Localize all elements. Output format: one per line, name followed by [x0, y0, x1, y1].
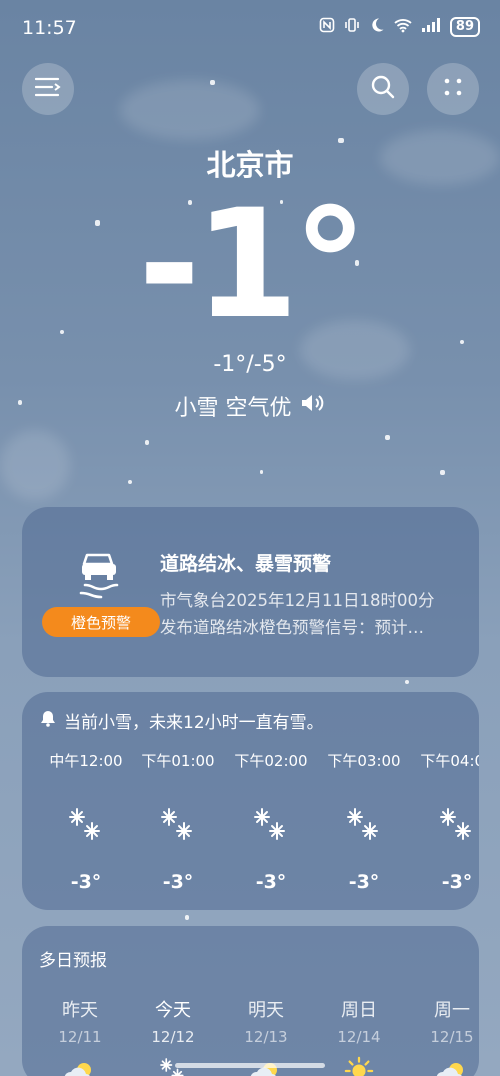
snow-icon [319, 805, 409, 845]
hourly-item: 下午02:00 -3° [226, 750, 316, 893]
snowflake-decoration [440, 470, 445, 475]
hourly-forecast-card[interactable]: 当前小雪，未来12小时一直有雪。 中午12:00 -3° 下午01:00 -3°… [22, 692, 479, 910]
hour-time: 下午04:00 [420, 752, 479, 770]
daily-item[interactable]: 周一 12/15 [412, 996, 479, 1076]
daily-forecast-title: 多日预报 [39, 951, 107, 971]
hour-time: 中午12:00 [49, 752, 123, 770]
snowflake-decoration [128, 480, 132, 484]
nfc-icon [319, 17, 335, 37]
hour-temperature: -3° [441, 871, 473, 893]
daily-forecast-card[interactable]: 多日预报 昨天 12/11 今天 12/12 明天 12/13 周日 12/14… [22, 926, 479, 1076]
status-time: 11:57 [22, 17, 77, 39]
day-date: 12/15 [430, 1028, 474, 1046]
cloud-decoration [120, 80, 260, 140]
menu-icon [34, 77, 61, 101]
day-name: 周一 [434, 1000, 470, 1021]
snow-icon [412, 805, 479, 845]
vibrate-icon [344, 17, 360, 37]
alert-description: 市气象台2025年12月11日18时00分 发布道路结冰橙色预警信号：预计… [160, 587, 465, 641]
hour-temperature: -3° [255, 871, 287, 893]
more-button[interactable] [427, 63, 479, 115]
day-name: 明天 [248, 1000, 284, 1021]
day-name: 周日 [341, 1000, 377, 1021]
home-indicator[interactable] [175, 1063, 325, 1068]
snowflake-decoration [260, 470, 263, 474]
day-date: 12/13 [244, 1028, 288, 1046]
battery-icon: 89 [449, 17, 480, 37]
cloud-decoration [0, 430, 70, 500]
weather-alert-card[interactable]: 橙色预警 道路结冰、暴雪预警 市气象台2025年12月11日18时00分 发布道… [22, 507, 479, 677]
day-date: 12/12 [151, 1028, 195, 1046]
bell-icon [40, 709, 56, 732]
wifi-icon [394, 17, 412, 37]
speaker-icon[interactable] [300, 392, 326, 420]
condition-text: 小雪 空气优 [174, 396, 292, 421]
alert-title: 道路结冰、暴雪预警 [160, 553, 332, 575]
signal-icon [421, 17, 441, 37]
hour-temperature: -3° [70, 871, 102, 893]
weather-condition: 小雪 空气优 [0, 390, 500, 422]
day-date: 12/11 [58, 1028, 102, 1046]
alert-description-line: 发布道路结冰橙色预警信号：预计… [160, 618, 424, 637]
menu-button[interactable] [22, 63, 74, 115]
alert-level-badge: 橙色预警 [42, 607, 160, 637]
day-name: 昨天 [62, 1000, 98, 1021]
search-icon [370, 74, 396, 104]
road-ice-icon [77, 551, 121, 603]
sunny-icon [319, 1056, 399, 1076]
search-button[interactable] [357, 63, 409, 115]
moon-icon [369, 17, 385, 37]
partly-cloudy-icon [412, 1056, 479, 1076]
temperature-range: -1°/-5° [213, 352, 287, 377]
partly-cloudy-icon [40, 1056, 120, 1076]
status-icons: 89 [319, 17, 480, 37]
day-name: 今天 [155, 1000, 191, 1021]
status-bar: 11:57 89 [0, 0, 500, 60]
day-date: 12/14 [337, 1028, 381, 1046]
snowflake-decoration [405, 680, 409, 684]
hourly-item: 下午03:00 -3° [319, 750, 409, 893]
snowflake-decoration [145, 440, 149, 445]
daily-item[interactable]: 昨天 12/11 [40, 996, 120, 1076]
snow-icon [41, 805, 131, 845]
snow-icon [226, 805, 316, 845]
alert-description-line: 市气象台2025年12月11日18时00分 [160, 591, 435, 610]
current-temperature: -1° [138, 178, 368, 352]
hour-temperature: -3° [348, 871, 380, 893]
hour-time: 下午02:00 [234, 752, 308, 770]
snowflake-decoration [185, 915, 189, 920]
hour-time: 下午03:00 [327, 752, 401, 770]
snowflake-decoration [210, 80, 215, 85]
daily-item[interactable]: 周日 12/14 [319, 996, 399, 1076]
hourly-item: 下午01:00 -3° [133, 750, 223, 893]
hour-time: 下午01:00 [141, 752, 215, 770]
hourly-item: 下午04:00 -3° [412, 750, 479, 893]
hour-temperature: -3° [162, 871, 194, 893]
more-icon [442, 76, 464, 102]
hourly-summary: 当前小雪，未来12小时一直有雪。 [40, 708, 324, 733]
snow-icon [133, 805, 223, 845]
hourly-item: 中午12:00 -3° [41, 750, 131, 893]
hourly-summary-text: 当前小雪，未来12小时一直有雪。 [64, 713, 324, 733]
snowflake-decoration [460, 340, 464, 344]
snowflake-decoration [385, 435, 390, 440]
